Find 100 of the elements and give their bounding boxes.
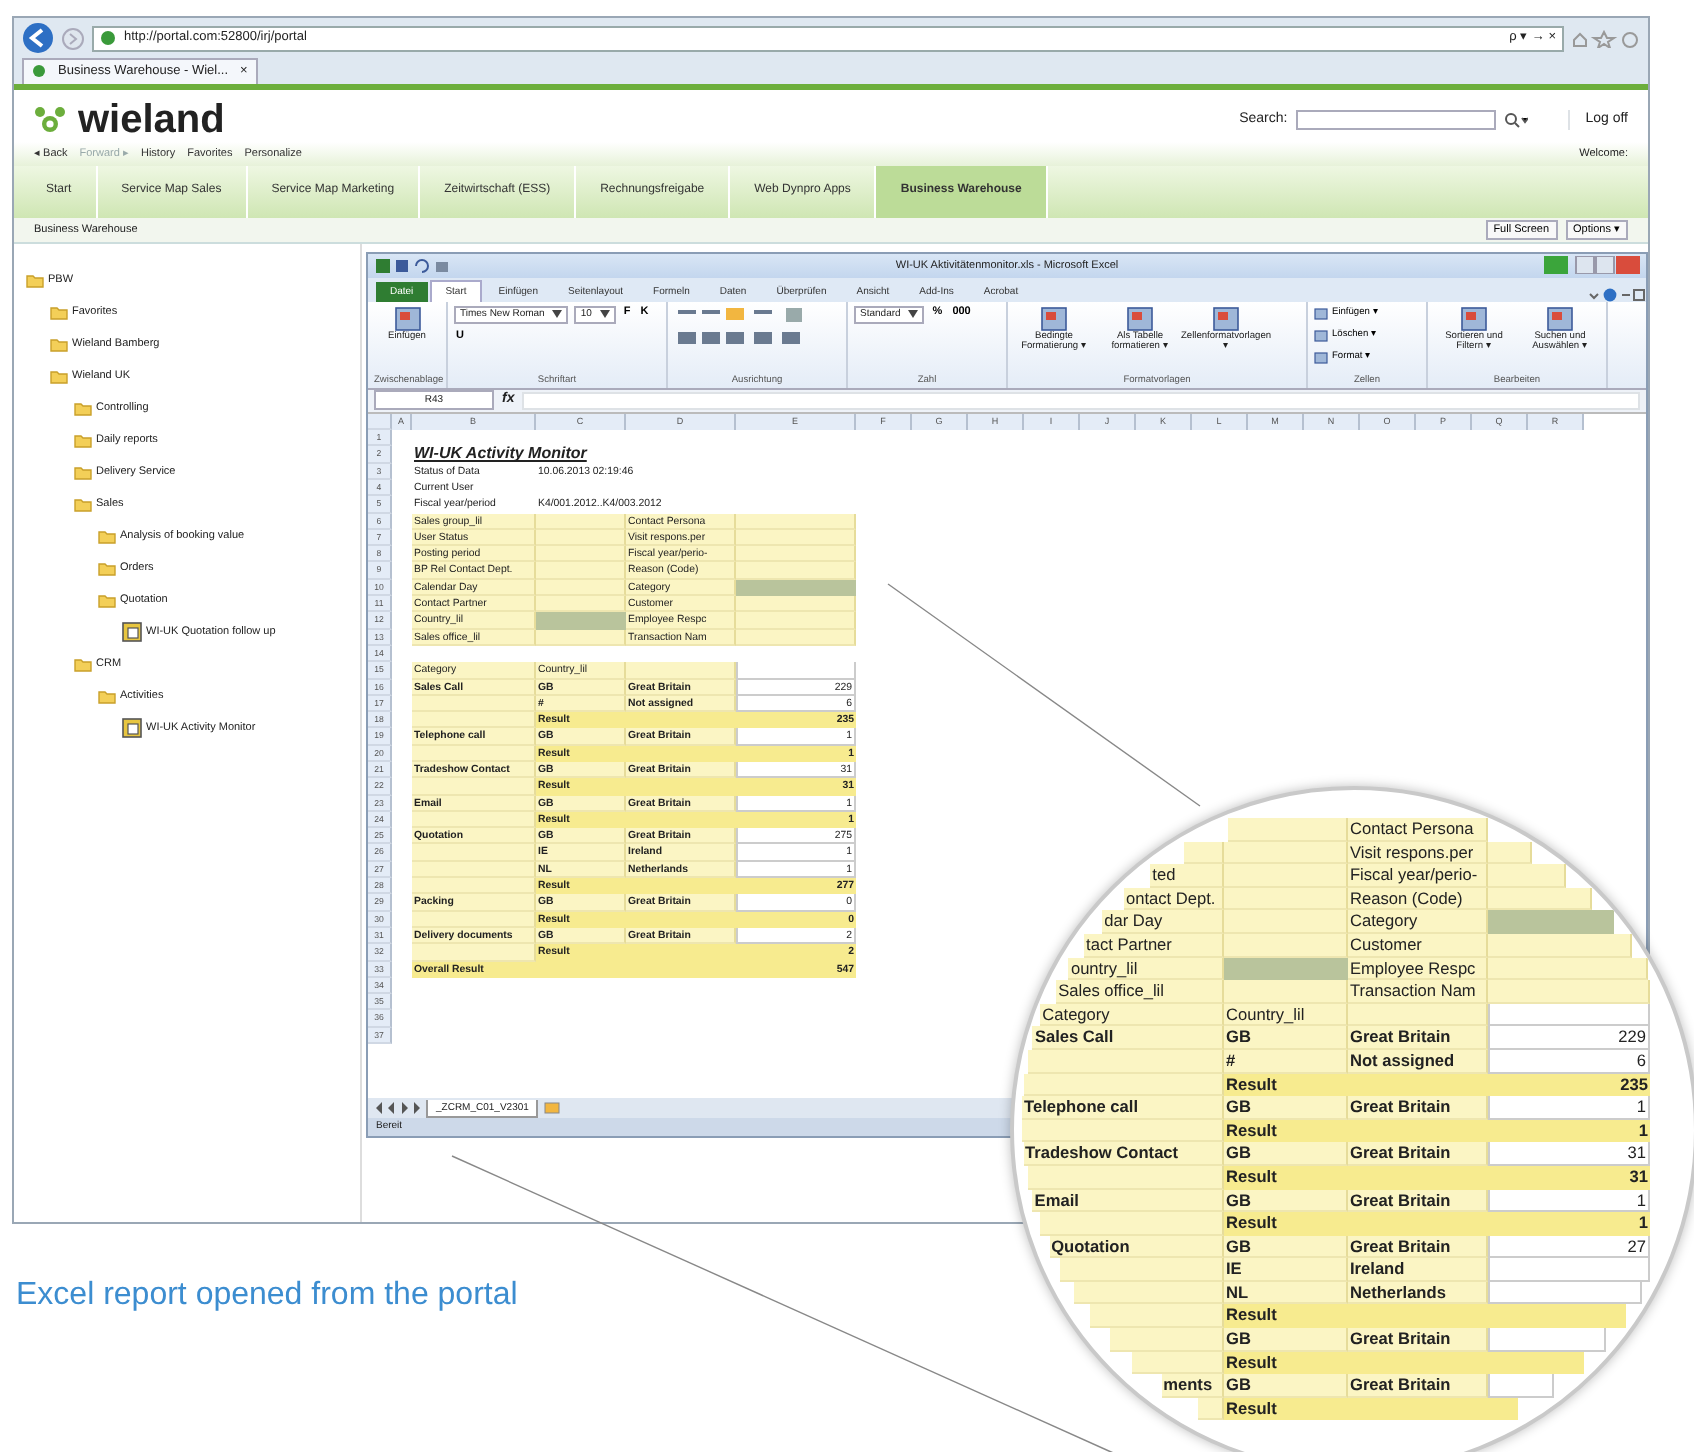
filter-value xyxy=(1223,980,1348,1004)
table-cell: IE xyxy=(1223,1258,1348,1282)
filter-label: Visit respons.per xyxy=(1347,841,1488,865)
globe-icon xyxy=(100,30,116,46)
table-cell: Result xyxy=(1223,1212,1348,1236)
filter-value[interactable] xyxy=(736,596,856,613)
search-field[interactable] xyxy=(1295,109,1496,130)
table-cell xyxy=(412,944,536,962)
table-cell: 27 xyxy=(1487,1235,1650,1259)
filter-value xyxy=(1228,818,1348,842)
globe-icon xyxy=(32,64,46,79)
table-cell: GB xyxy=(1223,1235,1348,1259)
table-cell: Telephone call xyxy=(1022,1096,1224,1120)
table-cell: Sales Call xyxy=(1032,1026,1224,1050)
filter-label: tact Partner xyxy=(1084,933,1224,958)
filter-value[interactable] xyxy=(536,546,626,563)
filter-label: Sales office_lil xyxy=(1056,980,1224,1004)
back-icon[interactable] xyxy=(22,22,54,54)
caret-icon[interactable] xyxy=(599,310,610,319)
table-cell: Great Britain xyxy=(1348,1096,1488,1120)
table-cell: 229 xyxy=(1487,1026,1650,1050)
forward-icon[interactable] xyxy=(62,27,84,49)
ribbon-icon xyxy=(1460,305,1488,332)
table-cell xyxy=(626,662,736,679)
table-cell xyxy=(1487,1328,1607,1352)
filter-label: Customer xyxy=(1347,933,1488,958)
table-cell xyxy=(736,662,856,679)
table-cell: 31 xyxy=(1487,1165,1650,1189)
table-cell: Result xyxy=(1223,1397,1348,1421)
filter-value xyxy=(1487,887,1592,911)
table-cell: 1 xyxy=(1488,1119,1650,1143)
filter-value xyxy=(1223,910,1348,934)
caret-icon[interactable] xyxy=(552,310,563,319)
table-cell: Result xyxy=(1223,1304,1348,1329)
table-cell: Great Britain xyxy=(1347,1374,1488,1398)
ribbon-icon xyxy=(1212,305,1240,332)
filter-label: Contact Persona xyxy=(1347,818,1488,842)
table-cell: 1 xyxy=(1488,1096,1650,1120)
table-cell xyxy=(412,778,536,796)
ribbon-icon xyxy=(1126,305,1154,332)
new-sheet-icon[interactable] xyxy=(544,1102,561,1114)
window-controls-drawing[interactable] xyxy=(1586,287,1646,302)
toolbar-icons-drawing[interactable] xyxy=(1572,29,1640,47)
table-cell xyxy=(1109,1328,1224,1352)
filter-label: dar Day xyxy=(1102,910,1224,934)
filter-value[interactable] xyxy=(736,562,856,580)
caret-icon[interactable] xyxy=(908,310,919,319)
table-cell: 1 xyxy=(1487,1212,1650,1236)
sheet-navigation-icon[interactable] xyxy=(376,1102,420,1114)
table-cell: GB xyxy=(1224,1096,1348,1120)
table-cell xyxy=(1197,1397,1224,1421)
table-cell: Category xyxy=(1040,1003,1224,1027)
table-cell xyxy=(412,844,536,862)
table-cell: NL xyxy=(1223,1281,1348,1305)
table-cell: Result xyxy=(1223,1165,1348,1189)
filter-label: Fiscal year/perio- xyxy=(1347,864,1488,888)
table-cell: Result xyxy=(1224,1119,1348,1143)
table-cell: Great Britain xyxy=(1347,1235,1488,1259)
filter-value[interactable] xyxy=(536,562,626,580)
filter-value xyxy=(1223,933,1348,958)
filter-label: ted xyxy=(1150,864,1224,888)
table-cell: # xyxy=(1223,1049,1348,1074)
ribbon-icon xyxy=(1546,305,1574,332)
filter-value[interactable] xyxy=(1223,957,1348,981)
table-cell xyxy=(1487,1374,1555,1398)
table-cell: 6 xyxy=(1487,1049,1650,1074)
filter-label: Transaction Nam xyxy=(1347,980,1488,1004)
table-cell xyxy=(1347,1003,1488,1027)
filter-value[interactable] xyxy=(536,612,626,630)
filter-label: ontact Dept. xyxy=(1123,887,1224,911)
filter-value[interactable] xyxy=(536,513,626,530)
filter-label: Employee Respc xyxy=(1347,957,1488,981)
table-cell: Country_lil xyxy=(1223,1003,1348,1027)
filter-value[interactable] xyxy=(536,596,626,613)
filter-value[interactable] xyxy=(736,513,856,530)
ribbon-icon xyxy=(1040,305,1068,332)
table-cell xyxy=(412,712,536,729)
table-cell: GB xyxy=(1223,1374,1348,1398)
filter-value[interactable] xyxy=(736,546,856,563)
table-cell: Not assigned xyxy=(1347,1049,1488,1074)
filter-label: Reason (Code) xyxy=(1347,887,1488,911)
table-cell: Great Britain xyxy=(1347,1189,1488,1213)
formula-field[interactable] xyxy=(522,391,1640,410)
table-cell: Email xyxy=(1032,1189,1224,1213)
table-cell: 1 xyxy=(1487,1189,1650,1213)
search-icon[interactable] xyxy=(1503,111,1528,128)
table-cell xyxy=(1183,841,1224,865)
table-cell: Great Britain xyxy=(1347,1328,1488,1352)
table-cell: Result xyxy=(1223,1351,1348,1375)
table-cell: GB xyxy=(1223,1142,1348,1166)
table-cell: Quotation xyxy=(1049,1235,1224,1259)
report-icon xyxy=(122,717,142,738)
filter-value[interactable] xyxy=(736,612,856,630)
table-cell: 31 xyxy=(1487,1142,1650,1166)
table-cell: ments xyxy=(1161,1374,1224,1398)
window-controls-drawing[interactable] xyxy=(1544,255,1640,274)
report-title: WI-UK Activity Monitor xyxy=(412,446,589,464)
filter-value xyxy=(1223,864,1348,888)
table-cell: Tradeshow Contact xyxy=(1023,1142,1224,1166)
filter-value[interactable] xyxy=(1487,910,1614,934)
